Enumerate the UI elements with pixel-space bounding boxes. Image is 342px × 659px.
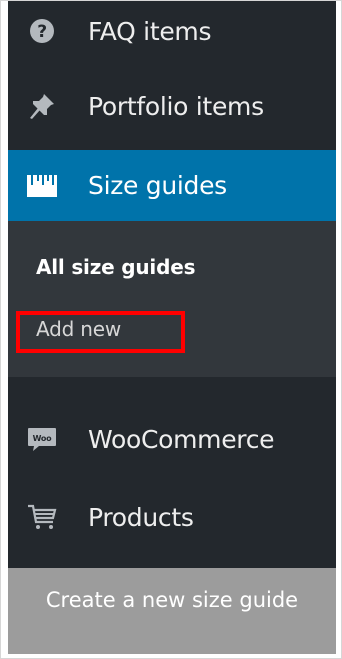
menu-item-label: WooCommerce xyxy=(88,424,275,454)
menu-item-size-guides[interactable]: Size guides xyxy=(8,150,336,221)
submenu-item-all-size-guides[interactable]: All size guides xyxy=(36,255,195,279)
pin-icon xyxy=(27,91,57,121)
svg-text:?: ? xyxy=(37,22,47,42)
menu-item-woocommerce[interactable]: Woo WooCommerce xyxy=(8,407,336,471)
woo-icon: Woo xyxy=(27,424,57,454)
menu-item-portfolio-items[interactable]: Portfolio items xyxy=(8,74,336,138)
add-new-highlight-box xyxy=(16,311,185,353)
cart-icon xyxy=(27,502,57,532)
caption-text: Create a new size guide xyxy=(8,568,336,654)
screenshot-frame: ? FAQ items Portfolio items Size guides … xyxy=(0,0,342,659)
menu-item-label: Portfolio items xyxy=(88,91,264,121)
ruler-icon xyxy=(27,171,57,201)
menu-item-label: Products xyxy=(88,502,194,532)
menu-item-products[interactable]: Products xyxy=(8,485,336,549)
menu-item-faq-items[interactable]: ? FAQ items xyxy=(8,1,336,61)
question-circle-icon: ? xyxy=(27,16,57,46)
admin-sidebar-menu: ? FAQ items Portfolio items Size guides … xyxy=(8,1,336,568)
svg-text:Woo: Woo xyxy=(33,434,52,443)
size-guides-submenu: All size guides Add new xyxy=(8,221,336,377)
menu-item-label: FAQ items xyxy=(88,16,212,46)
menu-item-label: Size guides xyxy=(88,171,227,200)
